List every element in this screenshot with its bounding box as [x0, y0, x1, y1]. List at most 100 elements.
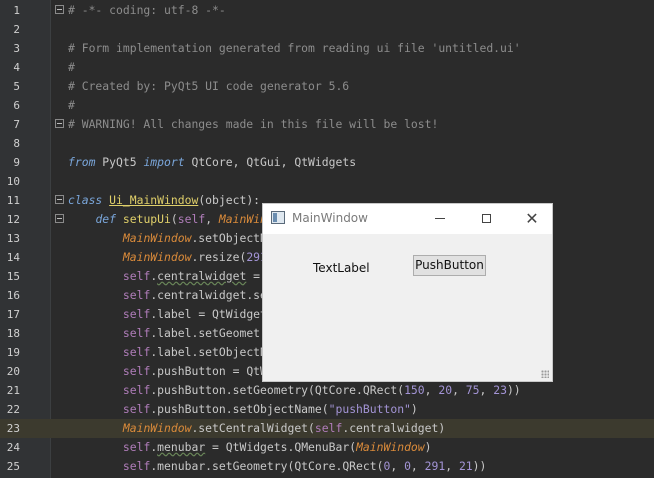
- code-token: self: [122, 288, 151, 302]
- close-icon: ✕: [525, 209, 539, 228]
- code-token: .pushButton.setObjectName(: [150, 402, 329, 416]
- code-token: MainWindow: [122, 231, 192, 245]
- code-line[interactable]: 3 # Form implementation generated from re…: [0, 39, 654, 58]
- line-number: 15: [6, 270, 20, 283]
- code-line[interactable]: 22 self.pushButton.setObjectName("pushBu…: [0, 400, 654, 419]
- line-number: 4: [13, 61, 20, 74]
- text-label: TextLabel: [313, 261, 370, 275]
- code-line[interactable]: 21 self.pushButton.setGeometry(QtCore.QR…: [0, 381, 654, 400]
- code-token: centralwidget: [157, 269, 247, 283]
- code-text: self.pushButton.setObjectName("pushButto…: [68, 400, 418, 419]
- code-token: .setCentralWidget(: [191, 421, 315, 435]
- code-token: )): [506, 383, 521, 397]
- code-text: # -*- coding: utf-8 -*-: [68, 1, 226, 20]
- code-token: 0: [404, 459, 411, 473]
- code-token: MainWindow: [356, 440, 425, 454]
- code-line[interactable]: 23 MainWindow.setCentralWidget(self.cent…: [0, 419, 654, 438]
- code-line[interactable]: 6 #: [0, 96, 654, 115]
- code-line[interactable]: 7 # WARNING! All changes made in this fil…: [0, 115, 654, 134]
- qt-main-window[interactable]: MainWindow ✕ TextLabel PushButton: [262, 203, 553, 382]
- code-line[interactable]: 1 # -*- coding: utf-8 -*-: [0, 1, 654, 20]
- code-text: self.menubar = QtWidgets.QMenuBar(MainWi…: [68, 438, 432, 457]
- window-title: MainWindow: [292, 211, 368, 225]
- code-token: self: [122, 307, 151, 321]
- code-token: )): [472, 459, 487, 473]
- line-number: 13: [6, 232, 20, 245]
- code-token: self: [122, 345, 151, 359]
- line-number: 14: [6, 251, 20, 264]
- line-number: 22: [6, 403, 20, 416]
- code-token: .menubar.setGeometry(QtCore.QRect(: [150, 459, 384, 473]
- line-number: 20: [6, 365, 20, 378]
- code-line[interactable]: 25 self.menubar.setGeometry(QtCore.QRect…: [0, 457, 654, 476]
- code-text: MainWindow.setCentralWidget(self.central…: [68, 419, 445, 438]
- code-token: # -*- coding: utf-8 -*-: [68, 3, 226, 17]
- code-token: import: [143, 155, 185, 169]
- code-text: class Ui_MainWindow(object):: [68, 191, 260, 210]
- code-token: "pushButton": [328, 402, 411, 416]
- code-token: self: [122, 459, 151, 473]
- fold-toggle-icon[interactable]: [55, 214, 64, 223]
- code-token: def: [95, 212, 117, 226]
- code-token: .pushButton.setGeometry(QtCore.QRect(: [150, 383, 405, 397]
- code-token: # Form implementation generated from rea…: [68, 41, 521, 55]
- line-number: 17: [6, 308, 20, 321]
- code-text: self.pushButton.setGeometry(QtCore.QRect…: [68, 381, 521, 400]
- line-number: 3: [13, 42, 20, 55]
- code-token: # WARNING! All changes made in this file…: [68, 117, 439, 131]
- code-text: # Form implementation generated from rea…: [68, 39, 521, 58]
- code-token: MainWindow: [122, 421, 192, 435]
- fold-toggle-icon[interactable]: [55, 119, 64, 128]
- code-token: MainWindow: [122, 250, 192, 264]
- code-token: setupUi: [122, 212, 171, 226]
- code-text: #: [68, 96, 75, 115]
- code-line[interactable]: 4 #: [0, 58, 654, 77]
- minimize-button[interactable]: [417, 204, 463, 234]
- code-line[interactable]: 5 # Created by: PyQt5 UI code generator 5…: [0, 77, 654, 96]
- fold-toggle-icon[interactable]: [55, 195, 64, 204]
- code-token: ): [410, 402, 418, 416]
- maximize-button[interactable]: [463, 204, 509, 234]
- resize-grip-icon[interactable]: [541, 370, 549, 378]
- close-button[interactable]: ✕: [509, 204, 555, 234]
- code-token: (: [170, 212, 178, 226]
- code-token: self: [122, 364, 151, 378]
- push-button[interactable]: PushButton: [413, 255, 486, 276]
- line-number: 24: [6, 441, 20, 454]
- code-line[interactable]: 9 from PyQt5 import QtCore, QtGui, QtWidg…: [0, 153, 654, 172]
- code-token: ,: [390, 459, 405, 473]
- code-token: 291: [424, 459, 446, 473]
- code-token: class: [68, 193, 103, 207]
- code-token: ,: [424, 383, 439, 397]
- code-line[interactable]: 24 self.menubar = QtWidgets.QMenuBar(Mai…: [0, 438, 654, 457]
- line-number: 25: [6, 460, 20, 473]
- line-number: 16: [6, 289, 20, 302]
- line-number: 10: [6, 175, 20, 188]
- code-token: 21: [458, 459, 473, 473]
- code-line[interactable]: 10: [0, 172, 654, 191]
- code-token: ,: [205, 212, 219, 226]
- code-token: ,: [452, 383, 466, 397]
- line-number: 8: [13, 137, 20, 150]
- code-line[interactable]: 2: [0, 20, 654, 39]
- code-token: #: [68, 98, 75, 112]
- line-number: 6: [13, 99, 20, 112]
- code-token: ,: [445, 459, 459, 473]
- code-token: ,: [479, 383, 494, 397]
- line-number: 1: [13, 4, 20, 17]
- line-number: 7: [13, 118, 20, 131]
- line-number: 11: [6, 194, 20, 207]
- window-title-bar[interactable]: MainWindow ✕: [263, 204, 552, 234]
- code-line[interactable]: 8: [0, 134, 654, 153]
- fold-toggle-icon[interactable]: [55, 5, 64, 14]
- code-token: from: [68, 155, 96, 169]
- code-text: # WARNING! All changes made in this file…: [68, 115, 438, 134]
